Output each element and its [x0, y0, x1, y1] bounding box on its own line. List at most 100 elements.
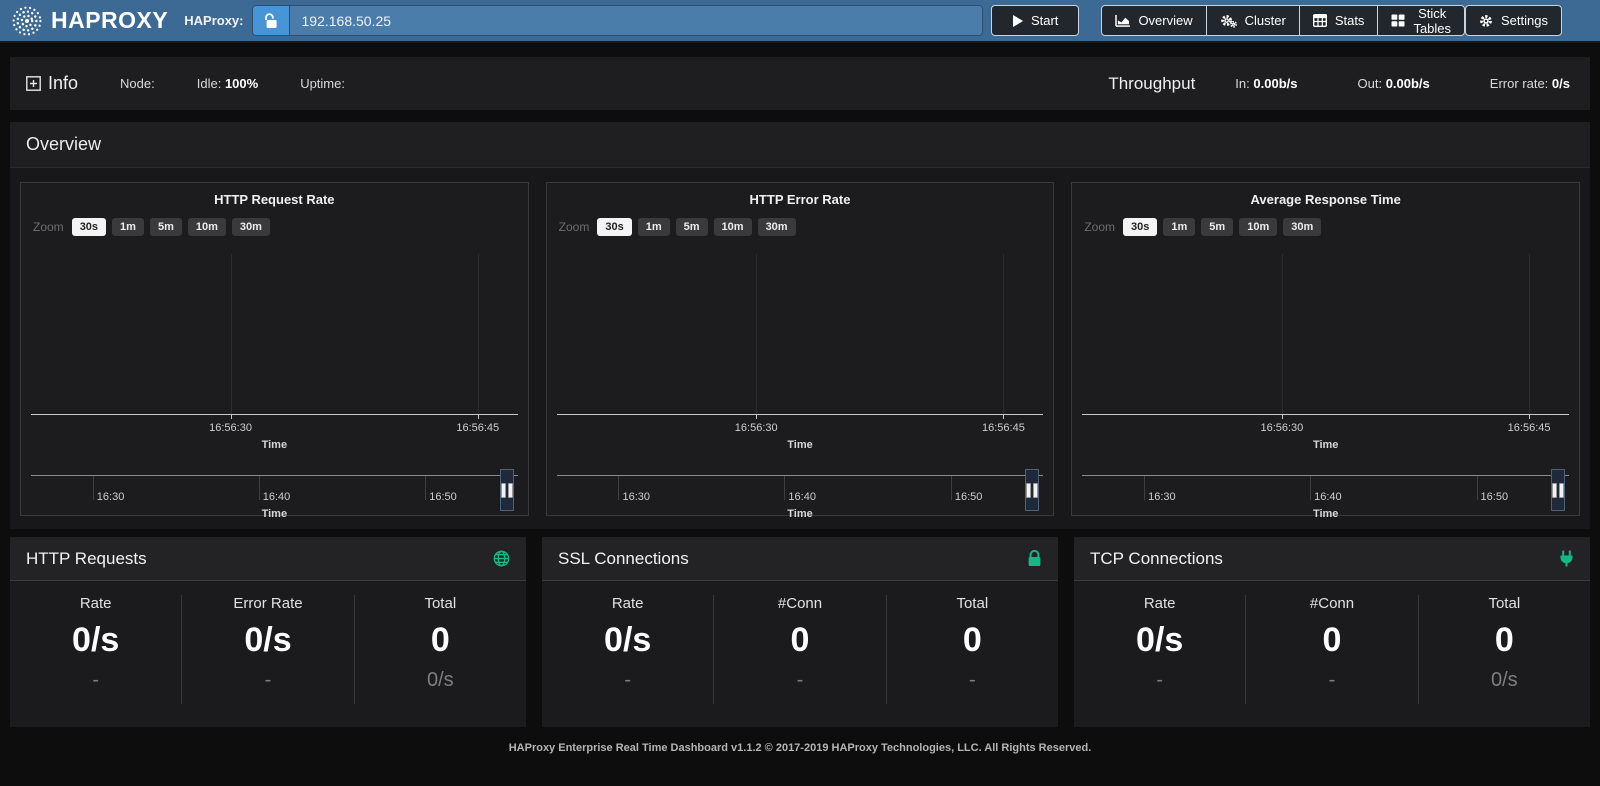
x-axis-labels: 16:56:30 16:56:45	[557, 422, 1044, 434]
zoom-5m-button[interactable]: 5m	[150, 218, 182, 236]
stat-total: Total 0 -	[887, 595, 1058, 704]
card-body: Rate 0/s - #Conn 0 - Total 0 -	[542, 581, 1058, 714]
info-bar: Info Node: Idle: 100% Uptime: Throughput…	[10, 57, 1590, 110]
chart-title: Average Response Time	[1072, 183, 1579, 207]
plus-square-icon	[26, 76, 41, 91]
brand-logo: HAPROXY	[10, 4, 168, 38]
zoom-label: Zoom	[33, 220, 64, 234]
throughput-group: Throughput In: 0.00b/s Out: 0.00b/s Erro…	[1108, 74, 1574, 94]
node-stat: Node:	[120, 76, 155, 91]
lock-icon	[1027, 550, 1042, 567]
navigator-range-handle[interactable]	[500, 469, 514, 511]
card-title: SSL Connections	[558, 549, 689, 569]
chart-average-response-time: Average Response Time Zoom 30s 1m 5m 10m…	[1071, 182, 1580, 516]
navigator-axis-title: Time	[31, 508, 518, 520]
error-rate-stat: Error rate: 0/s	[1490, 76, 1570, 91]
overview-section: Overview HTTP Request Rate Zoom 30s 1m 5…	[10, 122, 1590, 529]
stat-conn: #Conn 0 -	[1246, 595, 1418, 704]
zoom-30s-button[interactable]: 30s	[72, 218, 106, 236]
start-button[interactable]: Start	[991, 5, 1079, 36]
haproxy-logo-icon	[10, 4, 44, 38]
area-chart-icon	[1115, 14, 1130, 27]
chart-http-request-rate: HTTP Request Rate Zoom 30s 1m 5m 10m 30m…	[20, 182, 529, 516]
chart-http-error-rate: HTTP Error Rate Zoom 30s 1m 5m 10m 30m 1…	[546, 182, 1055, 516]
navigator-axis-title: Time	[1082, 508, 1569, 520]
throughput-title: Throughput	[1108, 74, 1195, 94]
chart-navigator[interactable]: 16:30 16:40 16:50 Time	[31, 475, 518, 517]
chart-title: HTTP Error Rate	[547, 183, 1054, 207]
http-requests-card: HTTP Requests Rate 0/s - Error Rate	[10, 537, 526, 727]
zoom-5m-button[interactable]: 5m	[1201, 218, 1233, 236]
card-body: Rate 0/s - Error Rate 0/s - Total 0 0/s	[10, 581, 526, 714]
zoom-controls: Zoom 30s 1m 5m 10m 30m	[1084, 218, 1321, 236]
navigator-range-handle[interactable]	[1551, 469, 1565, 511]
zoom-5m-button[interactable]: 5m	[676, 218, 708, 236]
zoom-10m-button[interactable]: 10m	[714, 218, 752, 236]
stat-rate: Rate 0/s -	[542, 595, 714, 704]
x-axis-labels: 16:56:30 16:56:45	[1082, 422, 1569, 434]
card-body: Rate 0/s - #Conn 0 - Total 0 0/s	[1074, 581, 1590, 714]
view-button-group: Overview Cluster	[1101, 5, 1465, 36]
card-header: HTTP Requests	[10, 537, 526, 581]
chart-title: HTTP Request Rate	[21, 183, 528, 207]
stick-tables-button[interactable]: Stick Tables	[1377, 5, 1465, 36]
zoom-10m-button[interactable]: 10m	[188, 218, 226, 236]
overview-button[interactable]: Overview	[1101, 5, 1206, 36]
unlock-icon[interactable]	[253, 6, 290, 35]
card-header: SSL Connections	[542, 537, 1058, 581]
haproxy-label: HAProxy:	[184, 13, 243, 28]
charts-row: HTTP Request Rate Zoom 30s 1m 5m 10m 30m…	[10, 168, 1590, 516]
out-stat: Out: 0.00b/s	[1357, 76, 1429, 91]
top-navbar: HAPROXY HAProxy: Start Overview	[0, 0, 1600, 43]
chart-plot-area	[557, 254, 1044, 415]
idle-stat: Idle: 100%	[197, 76, 258, 91]
zoom-controls: Zoom 30s 1m 5m 10m 30m	[33, 218, 270, 236]
cluster-button[interactable]: Cluster	[1206, 5, 1300, 36]
zoom-label: Zoom	[1084, 220, 1115, 234]
footer-copyright: HAProxy Enterprise Real Time Dashboard v…	[0, 727, 1600, 768]
stat-conn: #Conn 0 -	[714, 595, 886, 704]
chart-navigator[interactable]: 16:30 16:40 16:50 Time	[557, 475, 1044, 517]
ssl-connections-card: SSL Connections Rate 0/s - #Conn 0 - Tot…	[542, 537, 1058, 727]
overview-title: Overview	[10, 122, 1590, 168]
card-title: TCP Connections	[1090, 549, 1223, 569]
x-axis-labels: 16:56:30 16:56:45	[31, 422, 518, 434]
tcp-connections-card: TCP Connections Rate 0/s - #Conn 0	[1074, 537, 1590, 727]
zoom-1m-button[interactable]: 1m	[638, 218, 670, 236]
th-large-icon	[1391, 14, 1405, 27]
chart-plot-area	[1082, 254, 1569, 415]
zoom-controls: Zoom 30s 1m 5m 10m 30m	[559, 218, 796, 236]
chart-navigator[interactable]: 16:30 16:40 16:50 Time	[1082, 475, 1569, 517]
globe-icon	[493, 550, 510, 567]
zoom-1m-button[interactable]: 1m	[112, 218, 144, 236]
brand-text: HAPROXY	[51, 7, 168, 34]
settings-button[interactable]: Settings	[1465, 5, 1562, 36]
gear-icon	[1479, 14, 1493, 28]
zoom-30s-button[interactable]: 30s	[597, 218, 631, 236]
stat-error-rate: Error Rate 0/s -	[182, 595, 354, 704]
stat-rate: Rate 0/s -	[1074, 595, 1246, 704]
zoom-label: Zoom	[559, 220, 590, 234]
zoom-30m-button[interactable]: 30m	[758, 218, 796, 236]
plug-icon	[1559, 550, 1574, 567]
chart-plot-area	[31, 254, 518, 415]
zoom-1m-button[interactable]: 1m	[1163, 218, 1195, 236]
stats-button[interactable]: Stats	[1299, 5, 1379, 36]
zoom-30m-button[interactable]: 30m	[1283, 218, 1321, 236]
play-icon	[1012, 15, 1023, 27]
card-title: HTTP Requests	[26, 549, 147, 569]
info-expand[interactable]: Info	[26, 73, 78, 94]
x-axis-title: Time	[1072, 439, 1579, 451]
in-stat: In: 0.00b/s	[1235, 76, 1297, 91]
table-icon	[1313, 14, 1327, 27]
stat-cards-row: HTTP Requests Rate 0/s - Error Rate	[10, 537, 1590, 727]
card-header: TCP Connections	[1074, 537, 1590, 581]
zoom-10m-button[interactable]: 10m	[1239, 218, 1277, 236]
cogs-icon	[1220, 14, 1237, 28]
navigator-range-handle[interactable]	[1025, 469, 1039, 511]
zoom-30s-button[interactable]: 30s	[1123, 218, 1157, 236]
x-axis-title: Time	[21, 439, 528, 451]
stat-total: Total 0 0/s	[355, 595, 526, 704]
zoom-30m-button[interactable]: 30m	[232, 218, 270, 236]
address-input[interactable]	[290, 6, 982, 35]
